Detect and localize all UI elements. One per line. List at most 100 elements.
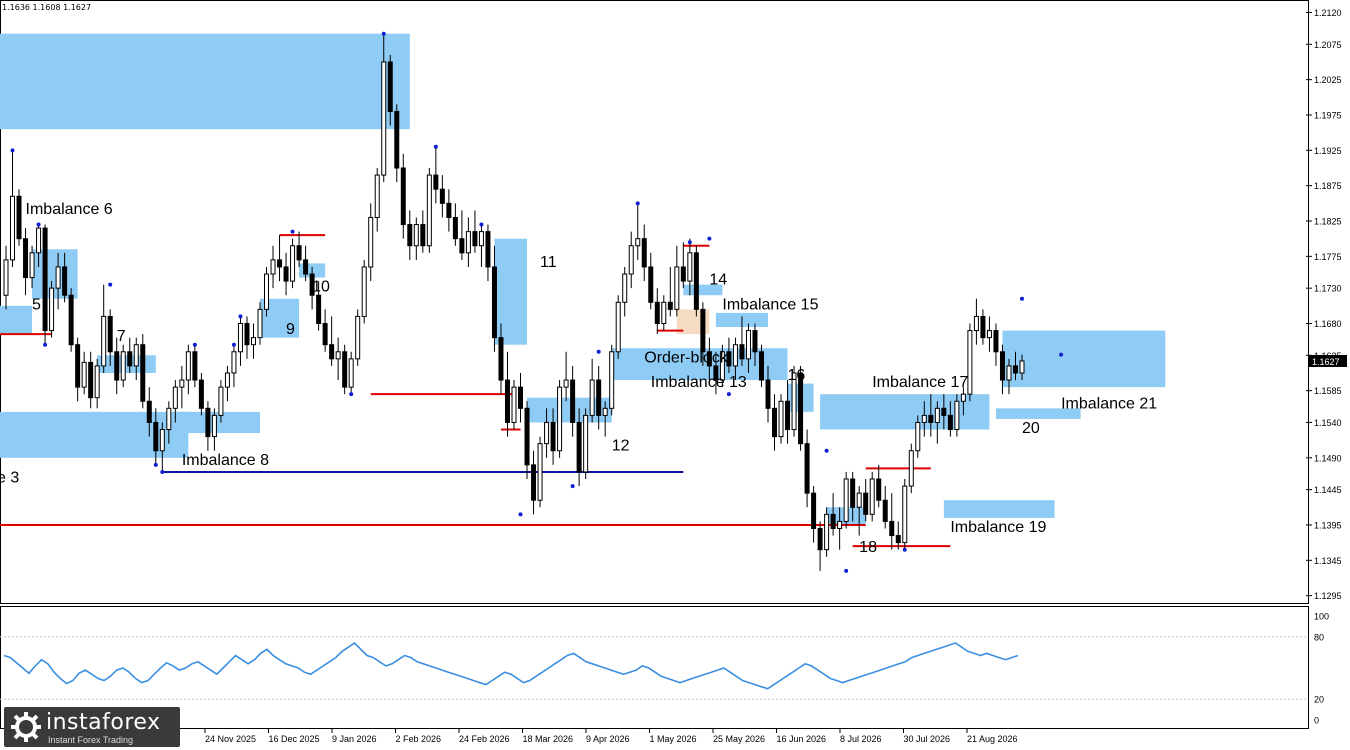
candle-body (648, 266, 654, 303)
candle-body (973, 315, 979, 332)
candle-body (882, 499, 888, 522)
pivot-marker (707, 236, 712, 241)
candle (329, 316, 335, 366)
candle-body (817, 527, 823, 551)
candle-body (745, 330, 751, 360)
price-tick-label: 1.1540 (1314, 418, 1342, 428)
candle-body (36, 227, 42, 254)
candle-body (1006, 365, 1012, 381)
candle-body (179, 379, 185, 388)
candle (622, 266, 628, 317)
zone-label: 9 (286, 321, 295, 338)
candle (459, 210, 465, 260)
candle-body (361, 266, 367, 317)
candle-body (244, 322, 250, 346)
candle-body (205, 407, 211, 438)
zone-imbalance-5 (0, 305, 33, 335)
pivot-marker (726, 392, 731, 397)
candle (439, 175, 445, 218)
price-chart[interactable]: e 3 5 Imbalance 6 7 Imbalance 8 9 10 11 12 Imbala… (0, 0, 1350, 750)
date-tick-label: 2 Feb 2026 (396, 734, 442, 744)
candle-body (264, 273, 270, 310)
candle-body (400, 167, 406, 226)
candle-body (426, 174, 432, 247)
candle-body (511, 386, 517, 423)
candle-body (491, 266, 497, 339)
candle-body (824, 513, 830, 551)
price-tick-label: 1.1295 (1314, 591, 1342, 601)
candle (88, 351, 94, 409)
candle-body (270, 259, 276, 275)
candle-body (687, 252, 693, 282)
pivot-marker (596, 349, 601, 354)
candle-body (941, 407, 947, 416)
candle-body (1012, 365, 1018, 374)
logo-brand: instaforex (46, 710, 161, 735)
candle (296, 231, 302, 267)
pivot-marker (290, 229, 295, 234)
zone-label: Imbalance 17 (872, 374, 968, 391)
candle (237, 316, 243, 366)
candle-body (576, 421, 582, 473)
zone-label: Imbalance 6 (26, 201, 113, 218)
candle-body (55, 266, 61, 289)
pivot-marker (844, 568, 849, 573)
candle (843, 471, 849, 529)
candle-body (81, 361, 87, 388)
candle-body (557, 386, 563, 452)
zone-label: e 3 (0, 470, 19, 487)
candle (3, 245, 9, 310)
candle (511, 380, 517, 430)
date-tick-label: 21 Aug 2026 (967, 734, 1018, 744)
price-tick-label: 1.1975 (1314, 110, 1342, 120)
candle (374, 167, 380, 232)
candle-body (583, 414, 589, 473)
gear-icon (11, 712, 41, 742)
zone-label: Imbalance 15 (722, 296, 818, 313)
candle-body (635, 238, 641, 247)
candle (42, 224, 48, 345)
zone-label: 11 (540, 254, 557, 271)
candle-body (198, 379, 204, 409)
candle-body (185, 351, 191, 381)
candle-body (902, 485, 908, 544)
candle (335, 337, 341, 381)
candle-body (654, 301, 660, 324)
candle (889, 493, 895, 550)
candle-body (335, 351, 341, 360)
candle-body (29, 252, 35, 279)
candle (667, 266, 673, 317)
instaforex-logo[interactable]: instaforex Instant Forex Trading (4, 707, 180, 747)
candle (563, 351, 569, 402)
candle (465, 217, 471, 267)
candle (973, 298, 979, 345)
candle-body (231, 351, 237, 374)
pivot-marker (349, 392, 354, 397)
candle-body (127, 351, 133, 367)
candle (185, 344, 191, 395)
zone-label: 5 (32, 296, 41, 313)
candle (231, 344, 237, 388)
date-tick-label: 9 Jan 2026 (332, 734, 377, 744)
candle-body (531, 464, 537, 501)
price-tick-label: 1.2075 (1314, 40, 1342, 50)
candle-body (504, 379, 510, 423)
candle-body (758, 351, 764, 381)
pivot-marker (1059, 352, 1064, 357)
candle-body (563, 379, 569, 388)
candle-body (133, 344, 139, 367)
candle (824, 507, 830, 557)
candle (641, 224, 647, 282)
candle (583, 408, 589, 480)
candle (290, 238, 296, 289)
candle-body (277, 259, 283, 268)
pivot-marker (153, 462, 158, 467)
candle-body (843, 478, 849, 522)
date-tick-label: 8 Jul 2026 (840, 734, 882, 744)
candle (648, 252, 654, 310)
date-tick-label: 16 Jun 2026 (777, 734, 827, 744)
candle-body (999, 351, 1005, 381)
candle (615, 295, 621, 359)
candle-body (316, 294, 322, 324)
candle-body (622, 273, 628, 303)
